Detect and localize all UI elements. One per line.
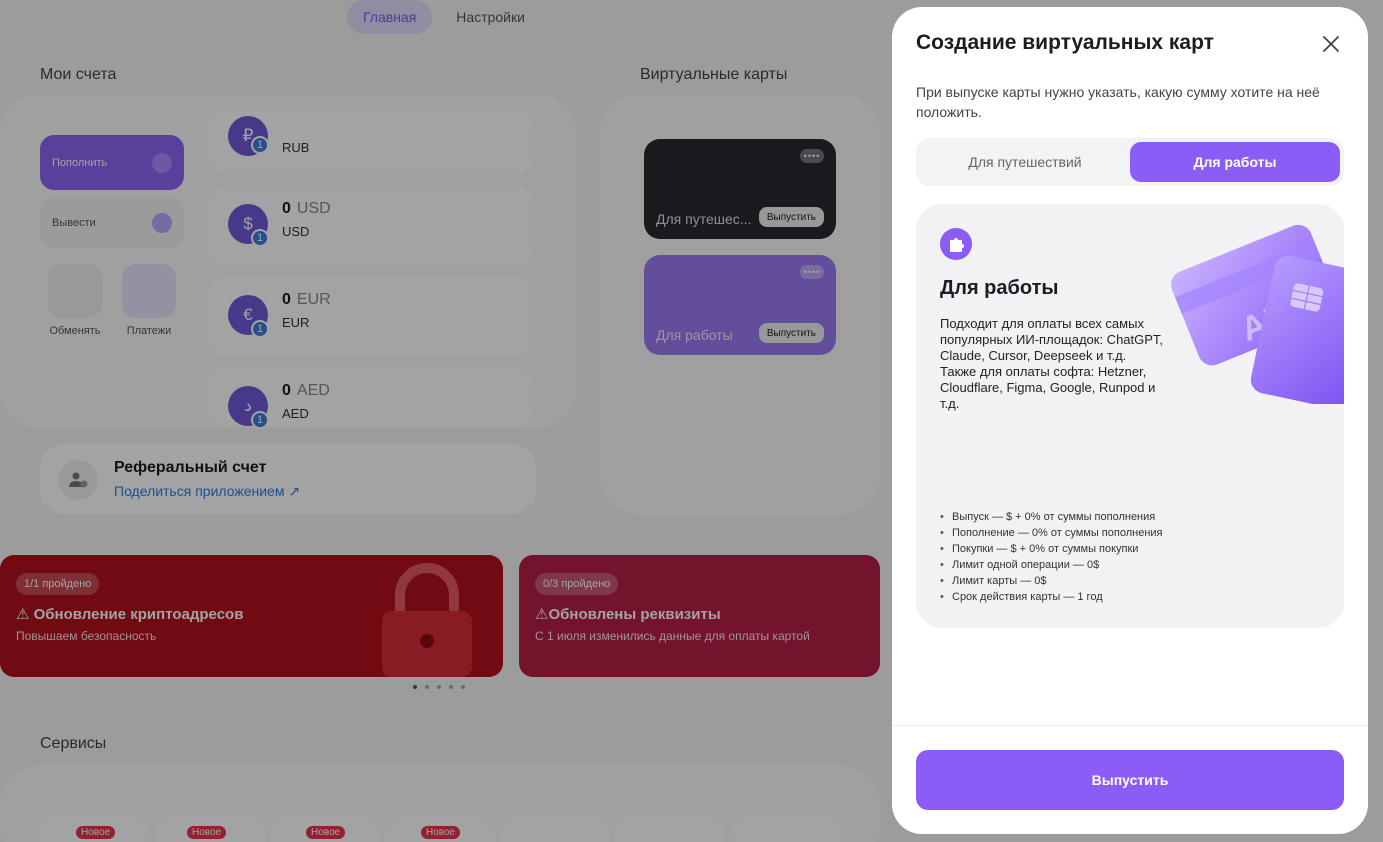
card-illustration: AI — [1171, 224, 1344, 404]
feature-item: Покупки — $ + 0% от суммы покупки — [940, 541, 1163, 557]
close-icon[interactable] — [1316, 29, 1346, 59]
card-type-description: Подходит для оплаты всех самых популярны… — [940, 316, 1164, 411]
puzzle-icon — [940, 228, 972, 260]
modal-footer-divider — [892, 725, 1368, 726]
segment-travel[interactable]: Для путешествий — [920, 142, 1130, 182]
modal-title: Создание виртуальных карт — [916, 31, 1214, 54]
card-type-segmented-control: Для путешествий Для работы — [916, 138, 1344, 186]
feature-item: Пополнение — 0% от суммы пополнения — [940, 525, 1163, 541]
feature-item: Лимит карты — 0$ — [940, 573, 1163, 589]
card-type-heading: Для работы — [940, 277, 1059, 299]
feature-item: Выпуск — $ + 0% от суммы пополнения — [940, 509, 1163, 525]
card-info-panel: AI Для работы Подходит для оплаты всех с… — [916, 204, 1344, 628]
create-virtual-card-modal: Создание виртуальных карт При выпуске ка… — [892, 7, 1368, 834]
card-features-list: Выпуск — $ + 0% от суммы пополнения Попо… — [940, 509, 1163, 605]
segment-work[interactable]: Для работы — [1130, 142, 1340, 182]
issue-card-button[interactable]: Выпустить — [916, 750, 1344, 810]
feature-item: Лимит одной операции — 0$ — [940, 557, 1163, 573]
modal-description: При выпуске карты нужно указать, какую с… — [916, 84, 1320, 120]
feature-item: Срок действия карты — 1 год — [940, 589, 1163, 605]
